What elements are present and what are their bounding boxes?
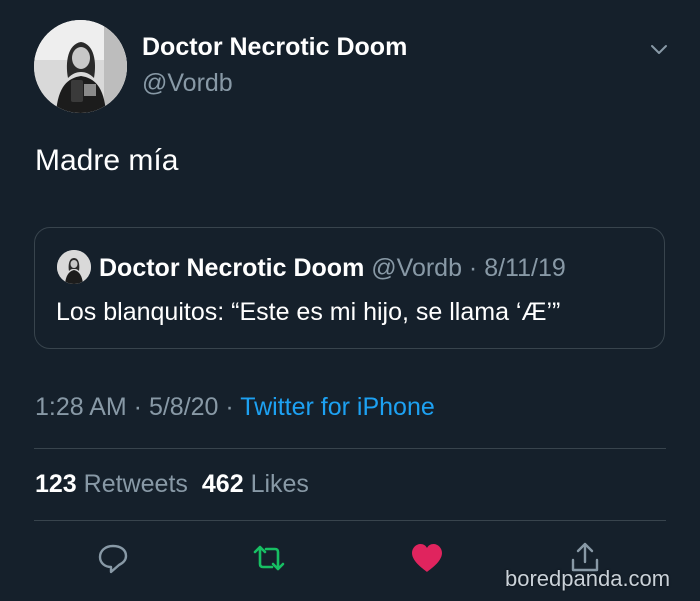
- reply-button[interactable]: [95, 540, 131, 576]
- meta-separator-2: ·: [218, 393, 241, 421]
- meta-separator: ·: [126, 393, 149, 421]
- tweet-text: Madre mía: [35, 144, 179, 177]
- retweets-stat[interactable]: 123 Retweets: [35, 470, 188, 498]
- chevron-down-icon[interactable]: [648, 38, 670, 60]
- retweet-button[interactable]: [251, 540, 287, 576]
- quoted-display-name: Doctor Necrotic Doom: [99, 254, 365, 282]
- tweet-stats: 123 Retweets 462 Likes: [35, 470, 309, 499]
- quoted-date: 8/11/19: [484, 254, 566, 282]
- quoted-header: Doctor Necrotic Doom @Vordb · 8/11/19: [99, 254, 566, 283]
- tweet-date: 5/8/20: [148, 393, 219, 421]
- quoted-text: Los blanquitos: “Este es mi hijo, se lla…: [56, 298, 561, 326]
- tweet-card: Doctor Necrotic Doom @Vordb Madre mía Do…: [0, 0, 700, 601]
- retweet-icon: [253, 545, 285, 571]
- avatar[interactable]: [34, 20, 127, 113]
- quoted-tweet[interactable]: Doctor Necrotic Doom @Vordb · 8/11/19 Lo…: [34, 227, 665, 349]
- like-button[interactable]: [409, 540, 445, 576]
- divider: [34, 520, 666, 521]
- likes-count: 462: [201, 470, 244, 498]
- quoted-separator: ·: [461, 254, 485, 282]
- divider: [34, 448, 666, 449]
- retweets-label: Retweets: [83, 470, 188, 498]
- quoted-avatar: [57, 250, 91, 284]
- tweet-time: 1:28 AM: [35, 393, 127, 421]
- author-handle[interactable]: @Vordb: [142, 69, 233, 98]
- tweet-meta: 1:28 AM · 5/8/20 · Twitter for iPhone: [35, 393, 435, 422]
- likes-stat[interactable]: 462 Likes: [202, 470, 309, 498]
- tweet-source-link[interactable]: Twitter for iPhone: [240, 393, 435, 421]
- retweets-count: 123: [35, 470, 77, 498]
- reply-icon: [98, 544, 128, 574]
- watermark: boredpanda.com: [505, 566, 671, 591]
- heart-icon: [412, 544, 442, 572]
- likes-label: Likes: [250, 470, 309, 498]
- quoted-handle: @Vordb: [371, 254, 462, 282]
- author-display-name[interactable]: Doctor Necrotic Doom: [142, 33, 407, 62]
